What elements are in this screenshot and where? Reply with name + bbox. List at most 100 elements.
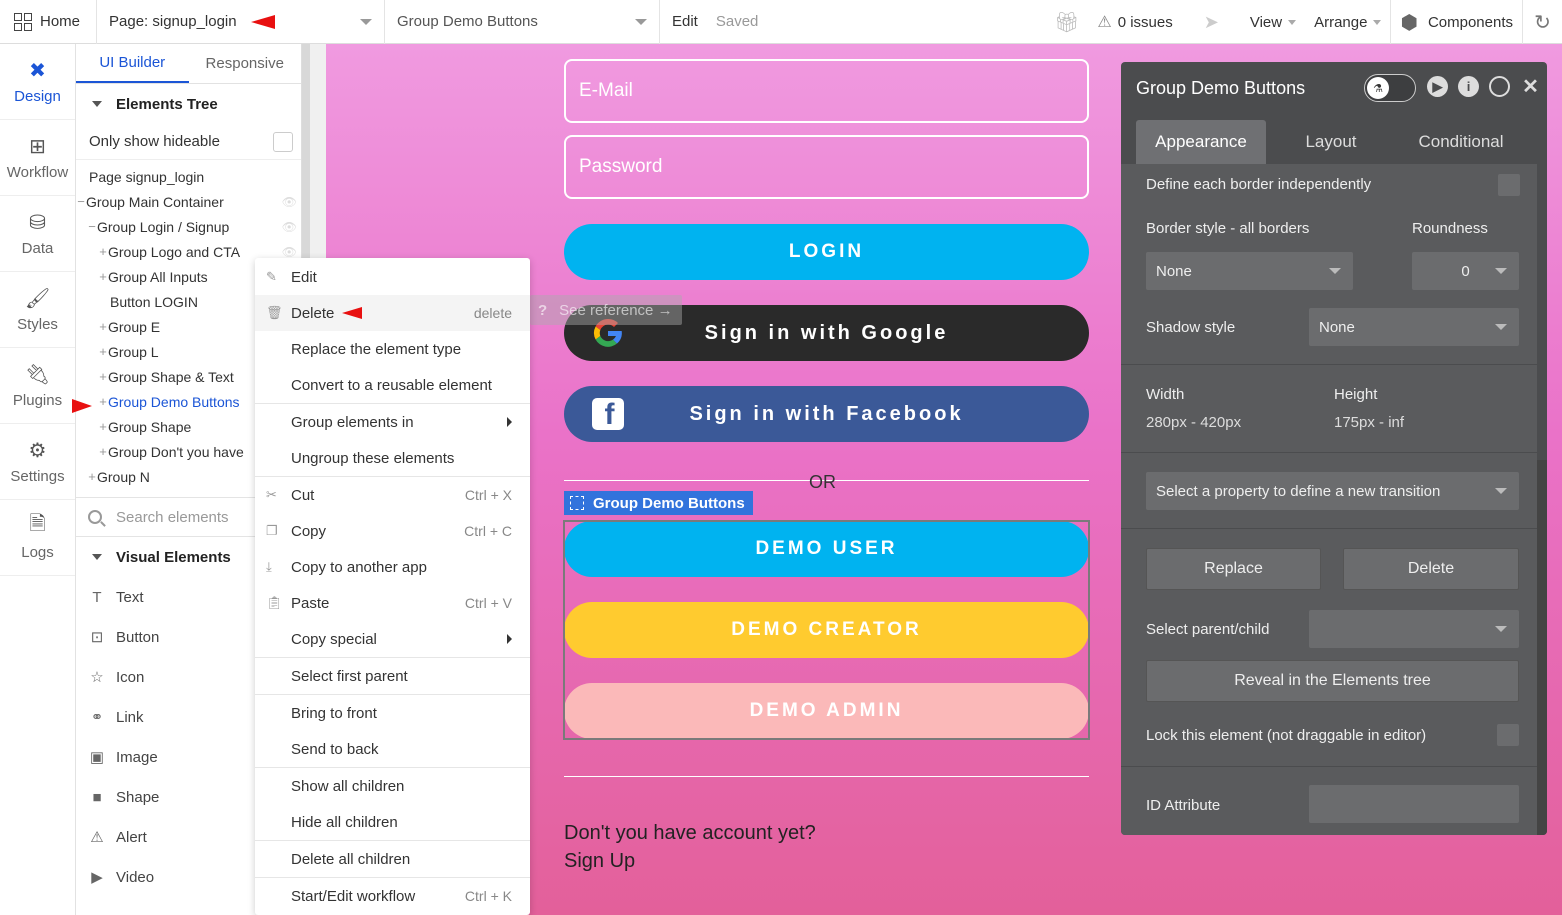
menu-item-label: Ungroup these elements — [291, 449, 455, 467]
expand-toggle[interactable]: + — [98, 369, 108, 384]
arrange-menu[interactable]: Arrange — [1305, 0, 1390, 44]
element-selector-label: Group Demo Buttons — [397, 13, 538, 30]
only-hideable-row: Only show hideable — [76, 124, 301, 160]
menu-item-show-children[interactable]: Show all children — [255, 768, 530, 804]
define-border-checkbox[interactable] — [1498, 174, 1520, 196]
expand-toggle[interactable]: + — [98, 244, 108, 259]
signup-link[interactable]: Sign Up — [564, 847, 816, 875]
lock-element-checkbox[interactable] — [1497, 724, 1519, 746]
view-menu[interactable]: View — [1241, 0, 1305, 44]
menu-item-replace-type[interactable]: Replace the element type — [255, 331, 530, 367]
issues-label: 0 issues — [1117, 13, 1173, 31]
expand-toggle[interactable]: + — [98, 319, 108, 334]
expand-toggle[interactable]: + — [98, 444, 108, 459]
play-icon[interactable]: ▶ — [1427, 76, 1448, 97]
menu-item-cut[interactable]: ✂ Cut Ctrl + X — [255, 477, 530, 513]
menu-item-send-back[interactable]: Send to back — [255, 731, 530, 767]
menu-item-copy[interactable]: ❐ Copy Ctrl + C — [255, 513, 530, 549]
chevron-down-icon — [1373, 19, 1382, 25]
menu-item-group-in[interactable]: Group elements in — [255, 404, 530, 440]
undo-button[interactable]: ↻ — [1522, 0, 1562, 44]
page-selector[interactable]: Page: signup_login — [97, 0, 385, 44]
visual-element-label: Icon — [116, 668, 145, 686]
nav-plugins[interactable]: 🔌︎ Plugins — [0, 348, 75, 424]
tree-item[interactable]: − Group Login / Signup 👁︎ — [76, 214, 301, 239]
menu-item-delete[interactable]: 🗑︎ Delete delete — [255, 295, 530, 331]
element-selector[interactable]: Group Demo Buttons — [385, 0, 660, 44]
elements-tree-header[interactable]: Elements Tree — [76, 84, 301, 124]
debug-toggle[interactable]: ⚗ — [1364, 74, 1416, 102]
nav-styles[interactable]: 🖌︎ Styles — [0, 272, 75, 348]
only-hideable-checkbox[interactable] — [273, 131, 293, 152]
tab-appearance[interactable]: Appearance — [1136, 120, 1266, 164]
menu-item-hide-children[interactable]: Hide all children — [255, 804, 530, 840]
menu-item-bring-front[interactable]: Bring to front — [255, 695, 530, 731]
roundness-input[interactable]: 0 — [1412, 252, 1519, 290]
menu-item-select-parent[interactable]: Select first parent — [255, 658, 530, 694]
gift-button[interactable]: 🎁︎ — [1045, 0, 1088, 44]
menu-item-edit[interactable]: ✎ Edit — [255, 259, 530, 295]
menu-item-workflow[interactable]: Start/Edit workflow Ctrl + K — [255, 878, 530, 914]
tree-item[interactable]: Page signup_login — [76, 164, 301, 189]
menu-item-delete-children[interactable]: Delete all children — [255, 841, 530, 877]
id-attribute-input[interactable] — [1309, 785, 1519, 823]
comment-icon[interactable] — [1489, 76, 1510, 97]
property-editor-header[interactable]: Group Demo Buttons ⚗ ▶ i ✕ — [1121, 62, 1547, 114]
select-parent-dropdown[interactable] — [1309, 610, 1519, 648]
info-icon[interactable]: i — [1458, 76, 1479, 97]
group-tag-label: Group Demo Buttons — [593, 494, 745, 512]
expand-toggle[interactable]: + — [98, 394, 108, 409]
edit-menu[interactable]: Edit — [672, 13, 698, 30]
password-field[interactable]: Password — [564, 135, 1089, 199]
tab-conditional[interactable]: Conditional — [1396, 120, 1526, 164]
shadow-style-dropdown[interactable]: None — [1309, 308, 1519, 346]
pointer-button[interactable]: ➤ — [1195, 0, 1241, 44]
nav-logs[interactable]: 🗎 Logs — [0, 500, 75, 576]
collapse-toggle[interactable]: − — [76, 194, 86, 209]
arrange-label: Arrange — [1314, 13, 1368, 31]
menu-item-copy-another-app[interactable]: ⤓ Copy to another app — [255, 549, 530, 585]
tab-ui-builder[interactable]: UI Builder — [76, 44, 189, 83]
menu-item-convert-reusable[interactable]: Convert to a reusable element — [255, 367, 530, 403]
nav-settings[interactable]: ⚙ Settings — [0, 424, 75, 500]
email-field[interactable]: E-Mail — [564, 59, 1089, 123]
menu-item-paste[interactable]: 📋︎ Paste Ctrl + V — [255, 585, 530, 621]
tab-layout[interactable]: Layout — [1266, 120, 1396, 164]
transition-dropdown[interactable]: Select a property to define a new transi… — [1146, 472, 1519, 510]
nav-workflow[interactable]: ⊞ Workflow — [0, 120, 75, 196]
eye-icon[interactable]: 👁︎ — [282, 220, 297, 234]
menu-item-label: Cut — [291, 486, 315, 504]
delete-button[interactable]: Delete — [1343, 548, 1519, 590]
selected-group-tag[interactable]: Group Demo Buttons — [564, 491, 753, 515]
property-editor-scrollbar[interactable] — [1537, 460, 1547, 835]
expand-toggle[interactable]: + — [98, 344, 108, 359]
close-icon[interactable]: ✕ — [1520, 76, 1541, 98]
issues-button[interactable]: ⚠ 0 issues — [1088, 0, 1194, 44]
replace-button[interactable]: Replace — [1146, 548, 1321, 590]
scrollbar-thumb[interactable] — [302, 44, 310, 274]
login-button[interactable]: LOGIN — [564, 224, 1089, 280]
menu-item-copy-special[interactable]: Copy special — [255, 621, 530, 657]
expand-toggle[interactable]: + — [98, 269, 108, 284]
pencil-icon: ✎ — [266, 269, 277, 284]
collapse-toggle[interactable]: − — [87, 219, 97, 234]
tab-responsive[interactable]: Responsive — [189, 44, 302, 83]
expand-toggle[interactable]: + — [87, 469, 97, 484]
menu-item-ungroup[interactable]: Ungroup these elements — [255, 440, 530, 476]
left-nav: ✖ Design ⊞ Workflow ⛁ Data 🖌︎ Styles 🔌︎ … — [0, 44, 76, 915]
border-style-dropdown[interactable]: None — [1146, 252, 1353, 290]
tree-item[interactable]: − Group Main Container 👁︎ — [76, 189, 301, 214]
see-reference-tooltip[interactable]: ? See reference → — [530, 295, 682, 325]
home-button[interactable]: Home — [0, 0, 97, 44]
components-button[interactable]: ⬢ Components — [1390, 0, 1522, 44]
nav-data[interactable]: ⛁ Data — [0, 196, 75, 272]
eye-icon[interactable]: 👁︎ — [282, 195, 297, 209]
reveal-in-tree-button[interactable]: Reveal in the Elements tree — [1146, 660, 1519, 702]
eye-icon[interactable]: 👁︎ — [282, 245, 297, 259]
expand-toggle[interactable]: + — [98, 419, 108, 434]
facebook-signin-button[interactable]: f Sign in with Facebook — [564, 386, 1089, 442]
width-label: Width — [1146, 386, 1185, 403]
home-label: Home — [40, 13, 81, 30]
nav-design[interactable]: ✖ Design — [0, 44, 75, 120]
search-input[interactable]: Search elements — [116, 509, 229, 526]
